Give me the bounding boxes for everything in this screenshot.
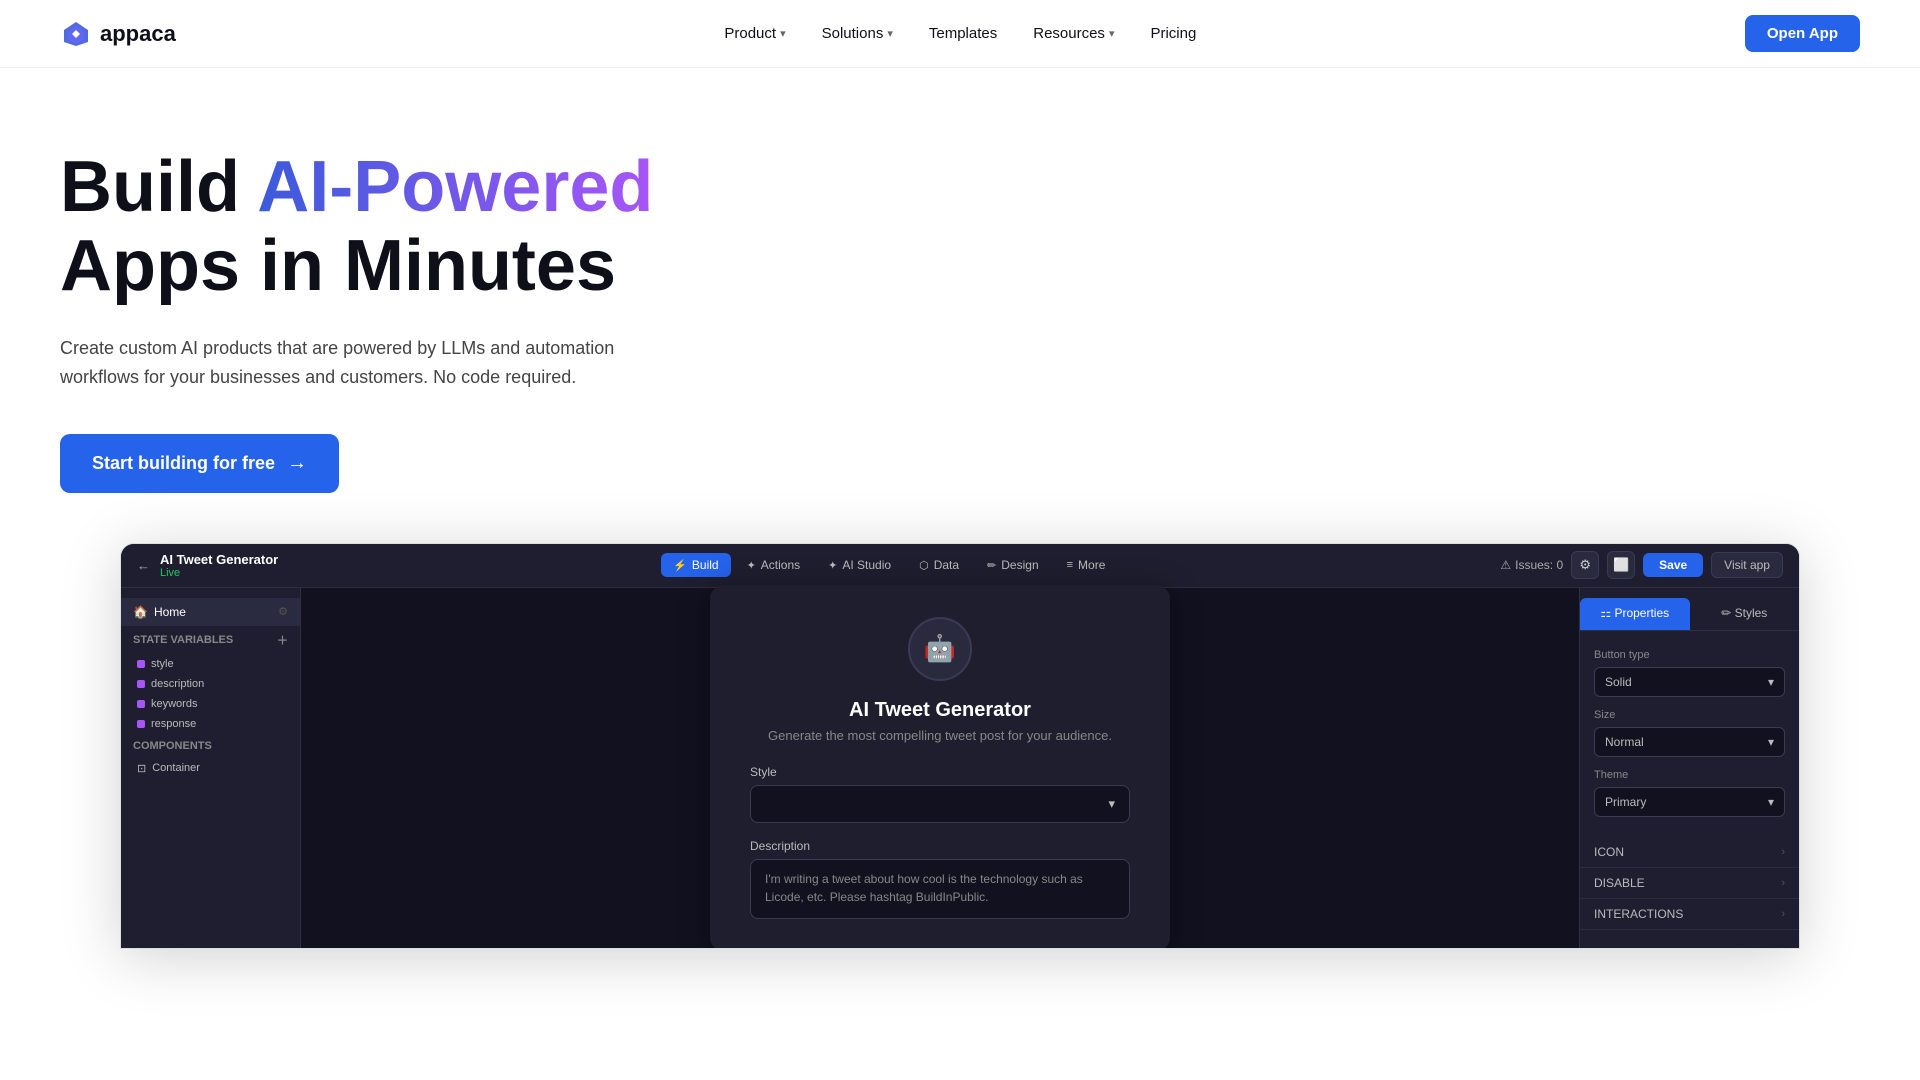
description-field-label: Description — [750, 839, 1130, 853]
tab-build[interactable]: ⚡ Build — [661, 553, 730, 577]
nav-links: Product ▾ Solutions ▾ Templates Resource… — [710, 17, 1210, 50]
size-label: Size — [1594, 709, 1785, 721]
nav-templates[interactable]: Templates — [915, 17, 1011, 50]
logo-icon — [60, 18, 92, 50]
screenshot-section: ← AI Tweet Generator Live ⚡ Build ✦ Acti… — [0, 543, 1920, 949]
app-right-panel: ⚏ Properties ✏ Styles Button type Solid … — [1579, 588, 1799, 948]
app-sidebar: 🏠 Home ⚙ State variables ＋ style descrip… — [121, 588, 301, 948]
open-app-button[interactable]: Open App — [1745, 15, 1860, 52]
app-title-block: AI Tweet Generator Live — [160, 552, 278, 579]
button-type-chevron-icon: ▾ — [1768, 675, 1774, 689]
data-icon: ⬡ — [919, 559, 929, 572]
var-dot-icon — [137, 720, 145, 728]
description-textarea[interactable]: I'm writing a tweet about how cool is th… — [750, 859, 1130, 919]
app-canvas: 🤖 AI Tweet Generator Generate the most c… — [301, 588, 1579, 948]
ai-studio-icon: ✦ — [828, 559, 837, 572]
select-chevron-icon: ▾ — [1108, 796, 1115, 812]
button-type-section: Button type Solid ▾ Size Normal ▾ Theme … — [1580, 641, 1799, 837]
icon-row-arrow: › — [1781, 846, 1785, 858]
tab-styles[interactable]: ✏ Styles — [1690, 598, 1800, 630]
preview-icon-button[interactable]: ⬜ — [1607, 551, 1635, 579]
canvas-card: 🤖 AI Tweet Generator Generate the most c… — [710, 585, 1170, 949]
disable-row-arrow: › — [1781, 877, 1785, 889]
app-logo-icon: 🤖 — [908, 617, 972, 681]
tab-design[interactable]: ✏ Design — [975, 553, 1051, 577]
hero-title-gradient: AI-Powered — [257, 147, 653, 227]
button-type-select[interactable]: Solid ▾ — [1594, 667, 1785, 697]
actions-icon: ✦ — [747, 559, 756, 572]
sidebar-home[interactable]: 🏠 Home ⚙ — [121, 598, 300, 626]
add-var-icon[interactable]: ＋ — [277, 632, 288, 648]
brand-name: appaca — [100, 21, 176, 47]
tab-properties[interactable]: ⚏ Properties — [1580, 598, 1690, 630]
tab-more[interactable]: ≡ More — [1055, 553, 1118, 577]
nav-product[interactable]: Product ▾ — [710, 17, 799, 50]
back-arrow-icon: ← — [137, 558, 150, 573]
var-keywords[interactable]: keywords — [121, 694, 300, 714]
var-dot-icon — [137, 660, 145, 668]
components-header: Components — [121, 734, 300, 758]
product-chevron-icon: ▾ — [780, 27, 786, 40]
save-button[interactable]: Save — [1643, 553, 1703, 577]
navbar: appaca Product ▾ Solutions ▾ Templates R… — [0, 0, 1920, 68]
theme-label: Theme — [1594, 769, 1785, 781]
panel-icon-row[interactable]: ICON › — [1580, 837, 1799, 868]
logo-link[interactable]: appaca — [60, 18, 176, 50]
cta-arrow-icon: → — [287, 452, 307, 475]
more-icon: ≡ — [1067, 559, 1073, 571]
state-vars-header: State variables ＋ — [121, 626, 300, 654]
card-subtitle: Generate the most compelling tweet post … — [750, 728, 1130, 743]
hero-title: Build AI-Powered Apps in Minutes — [60, 148, 1860, 306]
interactions-row-arrow: › — [1781, 908, 1785, 920]
var-description[interactable]: description — [121, 674, 300, 694]
button-type-label: Button type — [1594, 649, 1785, 661]
resources-chevron-icon: ▾ — [1109, 27, 1115, 40]
issues-icon: ⚠ — [1500, 558, 1511, 572]
build-icon: ⚡ — [673, 559, 687, 572]
app-topbar-right: ⚠ Issues: 0 ⚙ ⬜ Save Visit app — [1500, 551, 1783, 579]
var-style[interactable]: style — [121, 654, 300, 674]
app-title-name: AI Tweet Generator — [160, 552, 278, 567]
size-chevron-icon: ▾ — [1768, 735, 1774, 749]
hero-cta-button[interactable]: Start building for free → — [60, 434, 339, 493]
tab-actions[interactable]: ✦ Actions — [735, 553, 813, 577]
visit-app-button[interactable]: Visit app — [1711, 552, 1783, 578]
sidebar-container[interactable]: ⊡ Container — [121, 758, 300, 779]
hero-subtitle: Create custom AI products that are power… — [60, 334, 680, 392]
panel-interactions-row[interactable]: INTERACTIONS › — [1580, 899, 1799, 930]
app-live-status: Live — [160, 567, 278, 579]
app-screenshot: ← AI Tweet Generator Live ⚡ Build ✦ Acti… — [120, 543, 1800, 949]
nav-resources[interactable]: Resources ▾ — [1019, 17, 1128, 50]
tab-data[interactable]: ⬡ Data — [907, 553, 971, 577]
issues-badge: ⚠ Issues: 0 — [1500, 558, 1563, 572]
tab-ai-studio[interactable]: ✦ AI Studio — [816, 553, 903, 577]
hero-section: Build AI-Powered Apps in Minutes Create … — [0, 68, 1920, 543]
panel-tabs: ⚏ Properties ✏ Styles — [1580, 598, 1799, 631]
app-back-button[interactable]: ← — [137, 558, 150, 573]
style-select[interactable]: ▾ — [750, 785, 1130, 823]
var-dot-icon — [137, 680, 145, 688]
var-response[interactable]: response — [121, 714, 300, 734]
style-field-label: Style — [750, 765, 1130, 779]
settings-icon-button[interactable]: ⚙ — [1571, 551, 1599, 579]
app-topbar: ← AI Tweet Generator Live ⚡ Build ✦ Acti… — [121, 544, 1799, 588]
sidebar-home-settings-icon: ⚙ — [278, 605, 288, 618]
var-dot-icon — [137, 700, 145, 708]
nav-solutions[interactable]: Solutions ▾ — [808, 17, 907, 50]
size-select[interactable]: Normal ▾ — [1594, 727, 1785, 757]
theme-chevron-icon: ▾ — [1768, 795, 1774, 809]
solutions-chevron-icon: ▾ — [887, 27, 893, 40]
theme-select[interactable]: Primary ▾ — [1594, 787, 1785, 817]
card-title: AI Tweet Generator — [750, 699, 1130, 722]
app-tabs: ⚡ Build ✦ Actions ✦ AI Studio ⬡ Data ✏ — [661, 553, 1117, 577]
home-icon: 🏠 — [133, 605, 148, 619]
nav-pricing[interactable]: Pricing — [1136, 17, 1210, 50]
design-icon: ✏ — [987, 559, 996, 572]
panel-disable-row[interactable]: DISABLE › — [1580, 868, 1799, 899]
container-icon: ⊡ — [137, 762, 146, 775]
app-body: 🏠 Home ⚙ State variables ＋ style descrip… — [121, 588, 1799, 948]
